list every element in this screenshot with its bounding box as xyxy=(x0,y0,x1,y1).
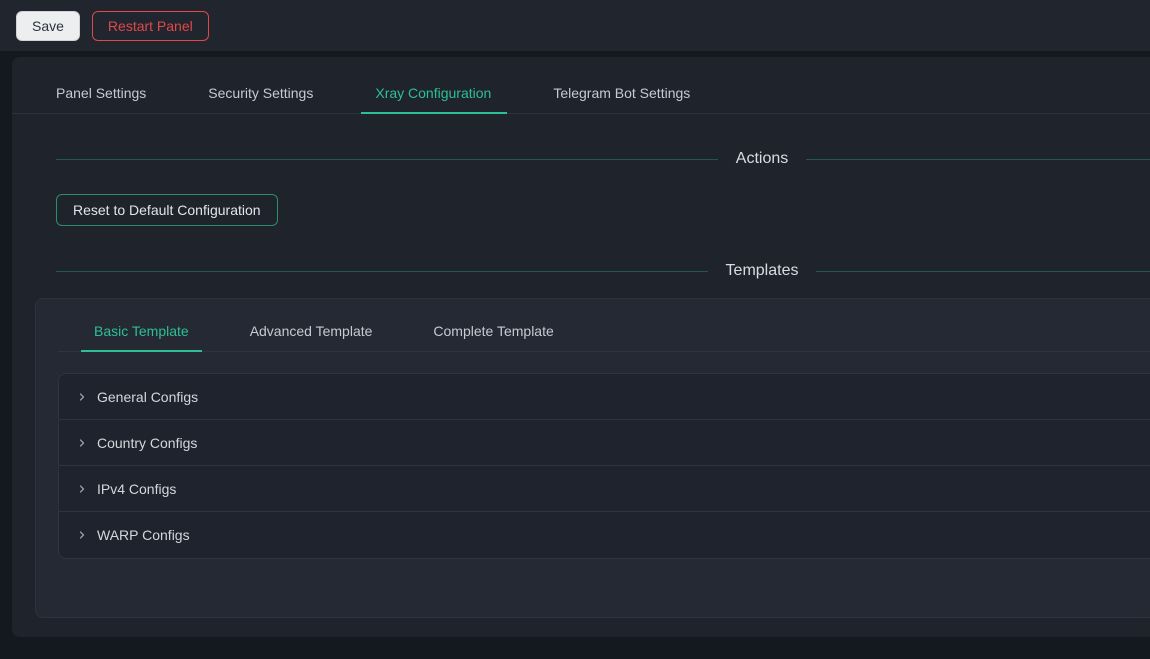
collapse-item-label: WARP Configs xyxy=(97,527,190,543)
collapse-item-general-configs[interactable]: General Configs xyxy=(59,374,1150,420)
tab-complete-template[interactable]: Complete Template xyxy=(420,311,566,351)
collapse-item-ipv4-configs[interactable]: IPv4 Configs xyxy=(59,466,1150,512)
restart-panel-button[interactable]: Restart Panel xyxy=(92,11,209,41)
templates-card: Basic Template Advanced Template Complet… xyxy=(35,298,1150,618)
divider-line xyxy=(56,271,708,272)
topbar: Save Restart Panel xyxy=(0,0,1150,51)
actions-divider: Actions xyxy=(56,150,1150,168)
chevron-right-icon xyxy=(75,390,89,404)
collapse-list: General Configs Country Configs xyxy=(58,373,1150,559)
divider-line xyxy=(816,271,1150,272)
divider-line xyxy=(56,159,718,160)
collapse-item-label: General Configs xyxy=(97,389,198,405)
collapse-item-warp-configs[interactable]: WARP Configs xyxy=(59,512,1150,558)
collapse-item-label: Country Configs xyxy=(97,435,197,451)
tab-security-settings[interactable]: Security Settings xyxy=(208,73,313,113)
divider-line xyxy=(806,159,1150,160)
actions-divider-label: Actions xyxy=(736,150,788,168)
templates-divider: Templates xyxy=(56,262,1150,280)
chevron-right-icon xyxy=(75,482,89,496)
page: Save Restart Panel Panel Settings Securi… xyxy=(0,0,1150,659)
content: Panel Settings Security Settings Xray Co… xyxy=(0,51,1150,637)
templates-divider-label: Templates xyxy=(726,262,799,280)
tab-basic-template[interactable]: Basic Template xyxy=(81,311,202,351)
save-button[interactable]: Save xyxy=(16,11,80,41)
tab-xray-configuration[interactable]: Xray Configuration xyxy=(375,73,491,113)
chevron-right-icon xyxy=(75,528,89,542)
collapse-item-country-configs[interactable]: Country Configs xyxy=(59,420,1150,466)
settings-card: Panel Settings Security Settings Xray Co… xyxy=(12,57,1150,637)
collapse-item-label: IPv4 Configs xyxy=(97,481,176,497)
chevron-right-icon xyxy=(75,436,89,450)
tab-advanced-template[interactable]: Advanced Template xyxy=(237,311,386,351)
tab-panel-settings[interactable]: Panel Settings xyxy=(56,73,146,113)
reset-default-config-button[interactable]: Reset to Default Configuration xyxy=(56,194,278,226)
template-tabs: Basic Template Advanced Template Complet… xyxy=(58,311,1150,352)
tab-telegram-bot-settings[interactable]: Telegram Bot Settings xyxy=(553,73,690,113)
card-body: Actions Reset to Default Configuration T… xyxy=(12,150,1150,618)
main-tabs: Panel Settings Security Settings Xray Co… xyxy=(12,73,1150,114)
